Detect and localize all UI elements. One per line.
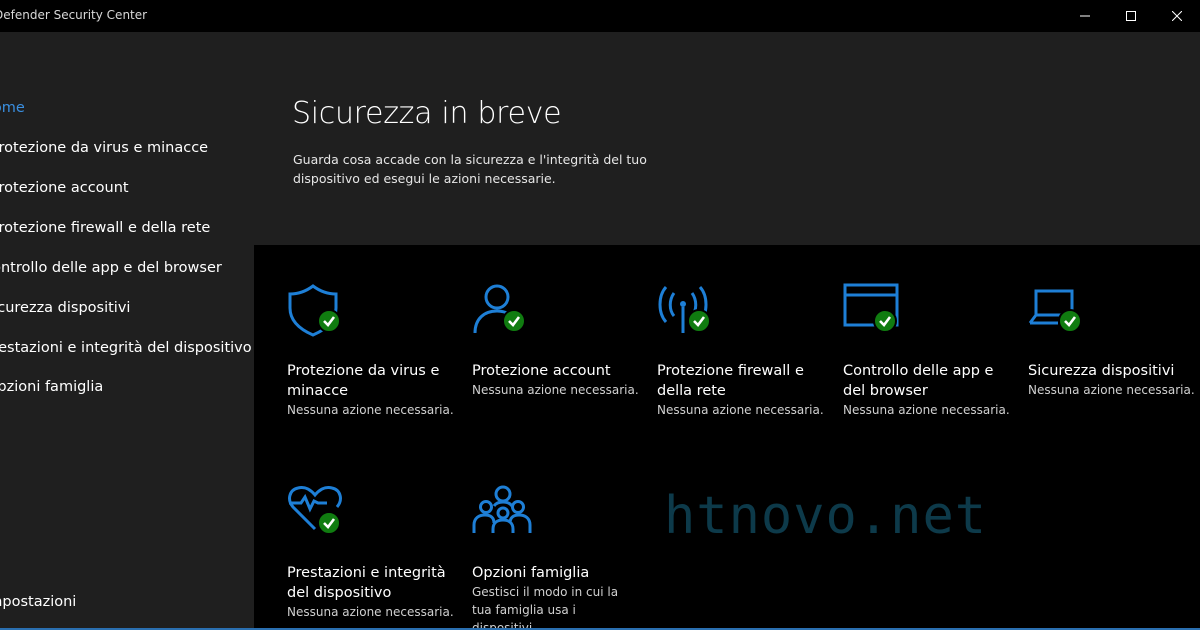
tile-icon — [657, 283, 719, 341]
family-icon — [472, 485, 532, 533]
tile-icon — [843, 283, 905, 341]
page-subtitle: Guarda cosa accade con la sicurezza e l'… — [293, 152, 647, 186]
window-controls — [1062, 0, 1200, 32]
checkmark-icon — [323, 518, 336, 529]
tile-title: Protezione account — [472, 363, 611, 379]
tile-virus-protection[interactable]: Protezione da virus e minacce Nessuna az… — [287, 283, 467, 423]
tile-icon — [472, 283, 534, 341]
tile-title: Controllo delle app e del browser — [843, 363, 994, 399]
tile-device-performance[interactable]: Prestazioni e integrità del dispositivo … — [287, 485, 467, 625]
tile-title: Protezione da virus e minacce — [287, 363, 440, 399]
tile-device-security[interactable]: Sicurezza dispositivi Nessuna azione nec… — [1028, 283, 1198, 403]
tile-status: Nessuna azione necessaria. — [843, 403, 1010, 417]
tile-app-browser-control[interactable]: Controllo delle app e del browser Nessun… — [843, 283, 1023, 423]
status-ok-badge — [1058, 309, 1082, 333]
maximize-button[interactable] — [1108, 0, 1154, 32]
tile-firewall[interactable]: Protezione firewall e della rete Nessuna… — [657, 283, 837, 423]
sidebar-item-label: Prestazioni e integrità del dispositivo — [0, 340, 252, 356]
page-title: Sicurezza in breve — [292, 96, 562, 131]
tile-family-options[interactable]: Opzioni famiglia Gestisci il modo in cui… — [472, 485, 652, 630]
minimize-icon — [1080, 15, 1090, 17]
checkmark-icon — [879, 316, 892, 327]
status-ok-badge — [873, 309, 897, 333]
window-title: Defender Security Center — [0, 8, 148, 22]
maximize-icon — [1126, 11, 1136, 21]
tile-title: Protezione firewall e della rete — [657, 363, 804, 399]
sidebar-item-label: Opzioni famiglia — [0, 379, 104, 395]
close-icon — [1172, 11, 1182, 21]
heart-pulse-icon — [288, 486, 342, 531]
checkmark-icon — [1064, 316, 1077, 327]
tile-status: Nessuna azione necessaria. — [657, 403, 824, 417]
watermark: htnovo.net — [664, 486, 988, 546]
sidebar-item-label: Sicurezza dispositivi — [0, 300, 131, 316]
status-ok-badge — [502, 309, 526, 333]
status-ok-badge — [317, 309, 341, 333]
sidebar-item-label: Protezione account — [0, 180, 129, 196]
tile-icon — [1028, 283, 1090, 341]
tile-icon — [287, 485, 349, 543]
tile-status: Nessuna azione necessaria. — [472, 383, 639, 397]
status-ok-badge — [687, 309, 711, 333]
sidebar-item-label: Protezione firewall e della rete — [0, 220, 211, 236]
minimize-button[interactable] — [1062, 0, 1108, 32]
tile-title: Prestazioni e integrità del dispositivo — [287, 565, 446, 601]
status-ok-badge — [317, 511, 341, 535]
tile-title: Opzioni famiglia — [472, 565, 590, 581]
tile-status: Nessuna azione necessaria. — [287, 403, 454, 417]
checkmark-icon — [693, 316, 706, 327]
close-button[interactable] — [1154, 0, 1200, 32]
tile-icon — [287, 283, 349, 341]
tile-title: Sicurezza dispositivi — [1028, 363, 1175, 379]
shield-icon — [288, 284, 338, 337]
tile-status: Nessuna azione necessaria. — [1028, 383, 1195, 397]
sidebar-nav: Home Protezione da virus e minacce Prote… — [0, 32, 254, 630]
laptop-icon — [1028, 289, 1074, 325]
tile-status: Gestisci il modo in cui la tua famiglia … — [472, 585, 619, 630]
checkmark-icon — [323, 316, 336, 327]
tile-status: Nessuna azione necessaria. — [287, 605, 454, 619]
sidebar-item-label: Impostazioni — [0, 594, 77, 610]
browser-window-icon — [843, 283, 899, 327]
title-bar: Defender Security Center — [0, 0, 1200, 32]
app-window: Defender Security Center Home Protezione… — [0, 0, 1200, 630]
wifi-antenna-icon — [658, 286, 708, 333]
person-icon — [473, 284, 519, 334]
page-header: Sicurezza in breve Guarda cosa accade co… — [254, 32, 1200, 245]
sidebar-item-label: Protezione da virus e minacce — [0, 140, 209, 156]
tile-icon — [472, 485, 534, 543]
sidebar-item-label: Home — [0, 100, 25, 116]
tiles-area: Protezione da virus e minacce Nessuna az… — [254, 245, 1200, 630]
sidebar-item-label: Controllo delle app e del browser — [0, 260, 222, 276]
tile-account-protection[interactable]: Protezione account Nessuna azione necess… — [472, 283, 652, 403]
checkmark-icon — [508, 316, 521, 327]
